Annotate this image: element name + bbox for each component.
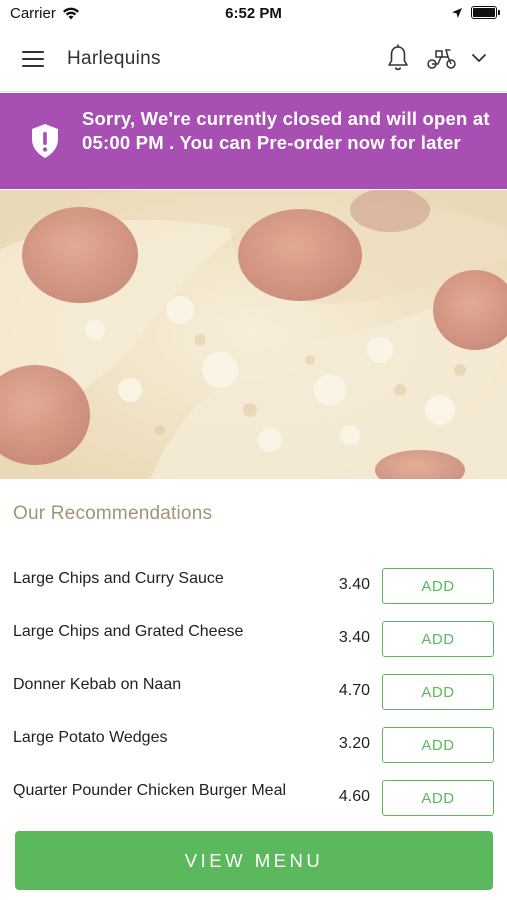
item-name: Quarter Pounder Chicken Burger Meal bbox=[13, 782, 287, 799]
item-price: 4.70 bbox=[338, 682, 370, 699]
status-time: 6:52 PM bbox=[225, 5, 282, 22]
list-item: Large Chips and Curry Sauce 3.40 ADD bbox=[0, 560, 507, 613]
bell-icon[interactable] bbox=[386, 44, 410, 72]
app-header: Harlequins bbox=[0, 28, 507, 92]
list-item: Large Potato Wedges 3.20 ADD bbox=[0, 719, 507, 772]
add-item-button[interactable]: ADD bbox=[382, 674, 494, 710]
hamburger-menu-icon[interactable] bbox=[22, 51, 46, 69]
restaurant-title: Harlequins bbox=[67, 48, 161, 69]
closed-notice-text: Sorry, We're currently closed and will o… bbox=[82, 108, 490, 153]
item-name: Large Potato Wedges bbox=[13, 729, 168, 746]
hero-pizza-image bbox=[0, 190, 507, 479]
chevron-down-icon[interactable] bbox=[470, 50, 488, 66]
shield-alert-icon bbox=[32, 124, 58, 158]
item-name: Large Chips and Grated Cheese bbox=[13, 623, 244, 640]
closed-notice-banner: Sorry, We're currently closed and will o… bbox=[0, 93, 507, 189]
item-price: 3.20 bbox=[338, 735, 370, 752]
list-item: Large Chips and Grated Cheese 3.40 ADD bbox=[0, 613, 507, 666]
status-bar: Carrier 6:52 PM bbox=[0, 0, 507, 28]
battery-icon bbox=[471, 6, 500, 19]
list-item: Donner Kebab on Naan 4.70 ADD bbox=[0, 666, 507, 719]
item-name: Donner Kebab on Naan bbox=[13, 676, 182, 693]
recommendations-list: Large Chips and Curry Sauce 3.40 ADD Lar… bbox=[0, 560, 507, 825]
add-item-button[interactable]: ADD bbox=[382, 621, 494, 657]
add-item-button[interactable]: ADD bbox=[382, 780, 494, 816]
item-price: 3.40 bbox=[338, 576, 370, 593]
item-price: 4.60 bbox=[338, 788, 370, 805]
recommendations-title: Our Recommendations bbox=[13, 503, 213, 524]
add-item-button[interactable]: ADD bbox=[382, 568, 494, 604]
view-menu-button[interactable]: VIEW MENU bbox=[15, 831, 493, 890]
status-right bbox=[451, 6, 500, 19]
location-arrow-icon bbox=[452, 7, 462, 18]
list-item: Quarter Pounder Chicken Burger Meal 4.60… bbox=[0, 772, 507, 825]
scooter-icon[interactable] bbox=[426, 46, 458, 70]
add-item-button[interactable]: ADD bbox=[382, 727, 494, 763]
item-name: Large Chips and Curry Sauce bbox=[13, 570, 224, 587]
item-price: 3.40 bbox=[338, 629, 370, 646]
